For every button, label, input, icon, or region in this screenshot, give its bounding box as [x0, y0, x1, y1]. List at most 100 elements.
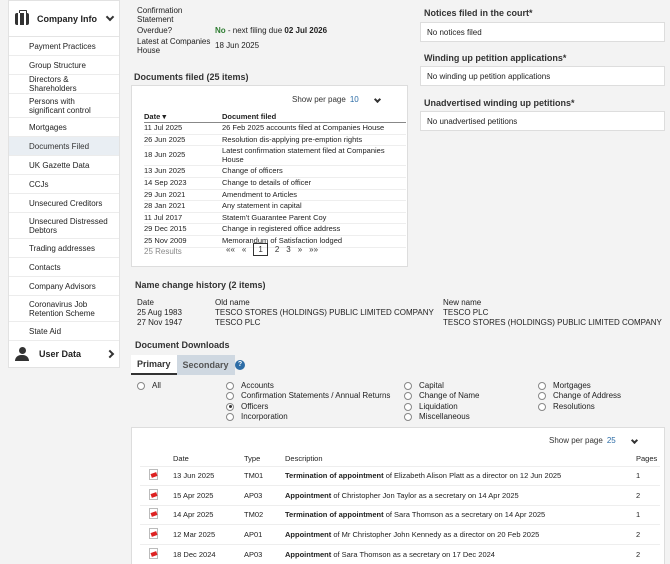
pdf-icon[interactable] — [148, 547, 158, 559]
table-row[interactable]: 26 Jun 2025 Resolution dis-applying pre-e… — [144, 134, 406, 146]
sort-down-icon[interactable]: ▾ — [162, 112, 166, 121]
pdf-icon[interactable] — [148, 527, 158, 539]
doc-name[interactable]: Change to details of officer — [222, 177, 406, 189]
sidebar-item-ccjs[interactable]: CCJs — [9, 175, 119, 194]
table-row[interactable]: 13 Jun 2025 TM01 Termination of appointmen… — [140, 466, 660, 486]
sidebar-item-directors-shareholders[interactable]: Directors & Shareholders — [9, 75, 119, 94]
filter-liquidation[interactable]: Liquidation — [404, 402, 458, 411]
radio-incorporation[interactable] — [226, 412, 234, 421]
doc-name[interactable]: Resolution dis-applying pre-emption righ… — [222, 134, 406, 146]
unadvertised-value: No unadvertised petitions — [420, 111, 665, 131]
chevron-down-icon[interactable] — [105, 12, 115, 22]
sidebar-item-payment-practices[interactable]: Payment Practices — [9, 37, 119, 56]
radio-change-of-name[interactable] — [404, 391, 412, 400]
radio-capital[interactable] — [404, 381, 412, 390]
dl-description-rest: of Christopher Jon Taylor as a secretary… — [331, 490, 519, 500]
table-row[interactable]: 11 Jul 2025 26 Feb 2025 accounts filed at… — [144, 123, 406, 135]
tab-secondary[interactable]: Secondary — [176, 355, 235, 375]
doc-name[interactable]: Amendment to Articles — [222, 189, 406, 201]
doc-name[interactable]: Statem't Guarantee Parent Coy — [222, 212, 406, 224]
page-3[interactable]: 3 — [286, 245, 290, 254]
table-row[interactable]: 14 Sep 2023 Change to details of officer — [144, 177, 406, 190]
page-first[interactable]: «« — [226, 245, 235, 254]
table-row[interactable]: 29 Dec 2015 Change in registered office a… — [144, 224, 406, 236]
dl-show-per-page[interactable]: Show per page 25 — [549, 436, 639, 445]
radio-all[interactable] — [137, 381, 145, 390]
filter-all[interactable]: All — [137, 381, 161, 390]
table-row[interactable]: 18 Jun 2025 Latest confirmation statement… — [144, 146, 406, 166]
filter-mortgages[interactable]: Mortgages — [538, 381, 591, 390]
sidebar-item-mortgages[interactable]: Mortgages — [9, 118, 119, 137]
company-info-header[interactable]: Company Info — [9, 1, 119, 37]
table-row[interactable]: 12 Mar 2025 AP01 Appointment of Mr Christo… — [140, 524, 660, 545]
radio-change-of-address[interactable] — [538, 391, 546, 400]
filter-incorporation[interactable]: Incorporation — [226, 412, 288, 421]
dl-description[interactable]: Appointment of Mr Christopher John Kenne… — [285, 525, 636, 545]
radio-mortgages[interactable] — [538, 381, 546, 390]
filter-accounts[interactable]: Accounts — [226, 381, 274, 390]
downloads-title: Document Downloads — [135, 340, 230, 350]
help-icon[interactable]: ? — [235, 360, 245, 370]
col-date[interactable]: Date ▾ — [144, 112, 222, 123]
doc-name[interactable]: Any statement in capital — [222, 201, 406, 213]
doc-name[interactable]: Latest confirmation statement filed at C… — [222, 146, 406, 166]
table-row[interactable]: 15 Apr 2025 AP03 Appointment of Christophe… — [140, 485, 660, 506]
sidebar-item-unsecured-creditors[interactable]: Unsecured Creditors — [9, 194, 119, 213]
table-row: 27 Nov 1947 TESCO PLC TESCO STORES (HOLDIN… — [137, 318, 666, 328]
dl-description[interactable]: Appointment of Sara Thomson as a secreta… — [285, 544, 636, 564]
table-row[interactable]: 13 Jun 2025 Change of officers — [144, 166, 406, 178]
user-data-header[interactable]: User Data — [9, 341, 119, 367]
filter-miscellaneous[interactable]: Miscellaneous — [404, 412, 470, 421]
radio-officers[interactable] — [226, 402, 234, 411]
sidebar-item-group-structure[interactable]: Group Structure — [9, 56, 119, 75]
table-row[interactable]: 14 Apr 2025 TM02 Termination of appointmen… — [140, 505, 660, 525]
page-prev[interactable]: « — [242, 245, 246, 254]
table-row[interactable]: 11 Jul 2017 Statem't Guarantee Parent Coy — [144, 212, 406, 224]
sidebar-item-coronavirus[interactable]: Coronavirus Job Retention Scheme — [9, 296, 119, 322]
table-row[interactable]: 29 Jun 2021 Amendment to Articles — [144, 189, 406, 201]
radio-confirmation[interactable] — [226, 391, 234, 400]
sidebar-item-state-aid[interactable]: State Aid — [9, 322, 119, 341]
filter-resolutions[interactable]: Resolutions — [538, 402, 595, 411]
sidebar-item-psc[interactable]: Persons with significant control — [9, 94, 119, 118]
page-last[interactable]: »» — [309, 245, 318, 254]
filter-officers[interactable]: Officers — [226, 402, 268, 411]
table-row[interactable]: 28 Jan 2021 Any statement in capital — [144, 201, 406, 213]
doc-name[interactable]: Change of officers — [222, 166, 406, 178]
filter-capital[interactable]: Capital — [404, 381, 444, 390]
pdf-icon[interactable] — [148, 508, 158, 520]
dl-date: 13 Jun 2025 — [173, 471, 215, 481]
page-next[interactable]: » — [298, 245, 302, 254]
filter-confirmation[interactable]: Confirmation Statements / Annual Returns — [226, 391, 390, 400]
sidebar-item-trading-addresses[interactable]: Trading addresses — [9, 239, 119, 258]
latest-label: Latest at Companies House — [137, 37, 211, 55]
radio-resolutions[interactable] — [538, 402, 546, 411]
doc-name[interactable]: Change in registered office address — [222, 224, 406, 236]
dl-description-rest: of Mr Christopher John Kennedy as a dire… — [331, 529, 540, 539]
radio-accounts[interactable] — [226, 381, 234, 390]
show-per-page[interactable]: Show per page 10 — [292, 95, 382, 104]
tab-primary[interactable]: Primary — [131, 355, 177, 375]
filter-change-of-address[interactable]: Change of Address — [538, 391, 621, 400]
pdf-icon[interactable] — [148, 469, 158, 481]
chevron-down-icon[interactable] — [630, 436, 639, 445]
filter-change-of-name[interactable]: Change of Name — [404, 391, 479, 400]
table-row: 25 Aug 1983 TESCO STORES (HOLDINGS) PUBLI… — [137, 308, 666, 318]
pdf-icon[interactable] — [148, 488, 158, 500]
dl-description[interactable]: Termination of appointment of Sara Thoms… — [285, 505, 636, 525]
page-2[interactable]: 2 — [275, 245, 279, 254]
sidebar-item-uk-gazette[interactable]: UK Gazette Data — [9, 156, 119, 175]
dl-description[interactable]: Termination of appointment of Elizabeth … — [285, 466, 636, 486]
radio-miscellaneous[interactable] — [404, 412, 412, 421]
dl-description[interactable]: Appointment of Christopher Jon Taylor as… — [285, 486, 636, 506]
radio-liquidation[interactable] — [404, 402, 412, 411]
table-row[interactable]: 18 Dec 2024 AP03 Appointment of Sara Thoms… — [140, 544, 660, 564]
doc-name[interactable]: 26 Feb 2025 accounts filed at Companies … — [222, 123, 406, 135]
sidebar-item-contacts[interactable]: Contacts — [9, 258, 119, 277]
page-1[interactable]: 1 — [253, 243, 268, 256]
chevron-right-icon[interactable] — [105, 349, 115, 359]
sidebar-item-documents-filed[interactable]: Documents Filed — [9, 137, 119, 156]
sidebar-item-company-advisors[interactable]: Company Advisors — [9, 277, 119, 296]
sidebar-item-unsecured-distressed-debtors[interactable]: Unsecured Distressed Debtors — [9, 213, 119, 239]
chevron-down-icon[interactable] — [373, 95, 382, 104]
